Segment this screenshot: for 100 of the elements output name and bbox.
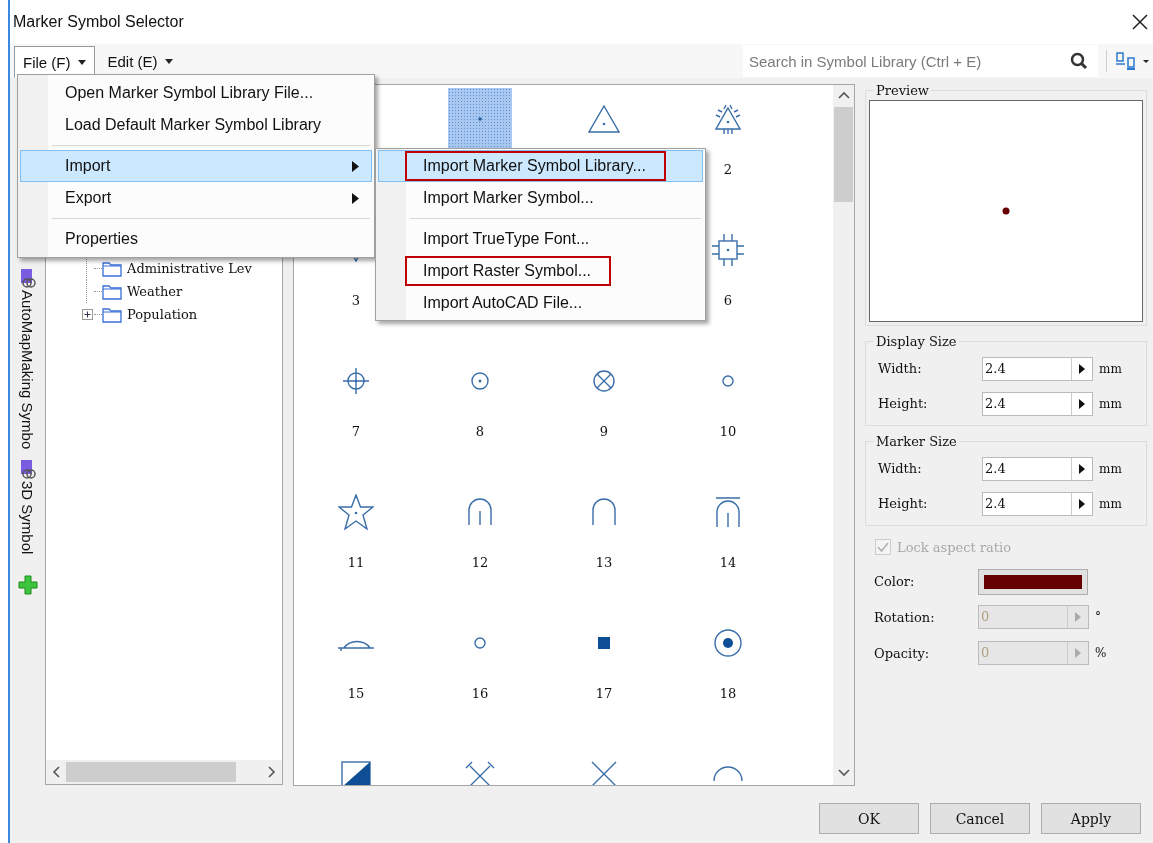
- spin-arrow-icon[interactable]: [1079, 463, 1085, 474]
- unit-label: mm: [1099, 461, 1122, 476]
- dot-symbol-icon: [478, 117, 482, 121]
- symbol-number: 6: [723, 293, 733, 308]
- side-tab[interactable]: AutoMapMaking Symbo: [19, 290, 36, 450]
- tree-item[interactable]: Weather: [127, 284, 183, 299]
- menu-button[interactable]: Edit (E): [98, 45, 182, 77]
- symbol-number: 7: [351, 424, 361, 439]
- number-field[interactable]: 2.4: [982, 356, 1093, 381]
- half-square-symbol-icon: [341, 760, 371, 785]
- tree-item[interactable]: Administrative Lev: [127, 261, 252, 276]
- unit-label: °: [1095, 610, 1101, 624]
- dialog-button[interactable]: OK: [819, 803, 919, 834]
- symbol-number: 16: [471, 686, 489, 701]
- side-tab[interactable]: 3D Symbol: [19, 481, 36, 555]
- star-symbol-icon: [338, 494, 374, 530]
- menu-item[interactable]: Properties: [20, 223, 372, 255]
- arch-symbol-icon: [592, 498, 616, 526]
- small-circle-symbol-icon: [474, 637, 486, 649]
- target-symbol-icon: [714, 629, 742, 657]
- arch-bar-symbol-icon: [715, 496, 741, 528]
- menu-item[interactable]: Import Marker Symbol...: [405, 183, 614, 213]
- close-icon[interactable]: [1132, 14, 1148, 30]
- field-label: Height:: [878, 396, 929, 411]
- caret-icon: [77, 59, 86, 65]
- menu-item[interactable]: Import TrueType Font...: [405, 224, 610, 254]
- symbol-number: 2: [723, 162, 733, 177]
- scroll-left-icon[interactable]: [52, 766, 62, 778]
- field-label: Width:: [878, 361, 923, 376]
- scroll-down-icon[interactable]: [837, 767, 850, 777]
- dialog-button[interactable]: Apply: [1041, 803, 1141, 834]
- tree-item[interactable]: Population: [127, 307, 198, 322]
- scroll-right-icon[interactable]: [266, 766, 276, 778]
- symbol-number: 14: [719, 555, 737, 570]
- checkbox-label: Lock aspect ratio: [897, 539, 1011, 555]
- symbol-number: 12: [471, 555, 489, 570]
- check-icon: [876, 540, 890, 554]
- library-icon: [18, 268, 37, 288]
- symbol-number: 18: [719, 686, 737, 701]
- field-label: Height:: [878, 496, 929, 511]
- caret-icon: [164, 58, 173, 64]
- circle-dot-symbol-icon: [471, 372, 489, 390]
- triangle-symbol-icon: [588, 105, 620, 133]
- unit-label: mm: [1099, 396, 1122, 411]
- submenu-arrow-icon: [352, 160, 359, 172]
- field-label: Opacity:: [874, 645, 931, 661]
- symbol-tile[interactable]: [448, 88, 512, 150]
- vertical-scrollbar[interactable]: [833, 85, 854, 785]
- arc-symbol-icon: [713, 766, 743, 782]
- menu-item[interactable]: Import Raster Symbol...: [405, 256, 612, 286]
- group-title: Marker Size: [875, 434, 958, 449]
- number-field[interactable]: 2.4: [982, 491, 1093, 516]
- field-label: Width:: [878, 461, 923, 476]
- menu-item[interactable]: Import: [20, 150, 372, 182]
- x-cross-symbol-icon: [591, 761, 617, 785]
- menu-item[interactable]: Load Default Marker Symbol Library: [20, 109, 372, 141]
- spin-arrow-icon[interactable]: [1079, 398, 1085, 409]
- symbol-number: 11: [347, 555, 365, 570]
- menu-item[interactable]: Import Marker Symbol Library...: [405, 151, 666, 181]
- unit-label: mm: [1099, 361, 1122, 376]
- group-title: Preview: [875, 83, 930, 98]
- scroll-thumb[interactable]: [834, 107, 853, 202]
- cross-ticks-symbol-icon: [465, 761, 495, 785]
- search-icon[interactable]: [1070, 52, 1088, 70]
- unit-label: mm: [1099, 496, 1122, 511]
- expand-icon[interactable]: [81, 309, 93, 320]
- spin-arrow-icon[interactable]: [1079, 498, 1085, 509]
- submenu-arrow-icon: [352, 192, 359, 204]
- color-picker-button[interactable]: [978, 568, 1088, 595]
- symbol-number: 9: [599, 424, 609, 439]
- unit-label: %: [1095, 646, 1107, 660]
- add-icon[interactable]: [17, 574, 38, 595]
- search-field[interactable]: Search in Symbol Library (Ctrl + E): [743, 45, 1098, 77]
- crosshair-symbol-icon: [342, 367, 370, 395]
- folder-icon: [102, 283, 122, 300]
- scroll-up-icon[interactable]: [837, 91, 850, 101]
- window-title: Marker Symbol Selector: [13, 13, 184, 31]
- triangle-ticks-symbol-icon: [715, 103, 741, 135]
- chip-symbol-icon: [711, 233, 745, 267]
- menu-item[interactable]: Export: [20, 182, 372, 214]
- symbol-number: 10: [719, 424, 737, 439]
- folder-icon: [102, 260, 122, 277]
- symbol-number: 13: [595, 555, 613, 570]
- menu-item[interactable]: Import AutoCAD File...: [405, 288, 603, 318]
- symbol-number: 15: [347, 686, 365, 701]
- number-field[interactable]: 2.4: [982, 391, 1093, 416]
- small-circle-symbol-icon: [722, 375, 734, 387]
- dialog-button[interactable]: Cancel: [930, 803, 1030, 834]
- symbol-number: 17: [595, 686, 613, 701]
- arch-line-symbol-icon: [468, 498, 492, 526]
- view-mode-icon[interactable]: [1115, 51, 1151, 71]
- field-label: Rotation:: [874, 609, 936, 625]
- library-icon: [18, 459, 37, 480]
- number-field[interactable]: 2.4: [982, 456, 1093, 481]
- circle-x-symbol-icon: [593, 370, 615, 392]
- menu-item[interactable]: Open Marker Symbol Library File...: [20, 77, 372, 109]
- symbol-number: 8: [475, 424, 485, 439]
- spin-arrow-icon[interactable]: [1079, 363, 1085, 374]
- scroll-thumb[interactable]: [66, 762, 236, 782]
- horizontal-scrollbar[interactable]: [46, 760, 282, 784]
